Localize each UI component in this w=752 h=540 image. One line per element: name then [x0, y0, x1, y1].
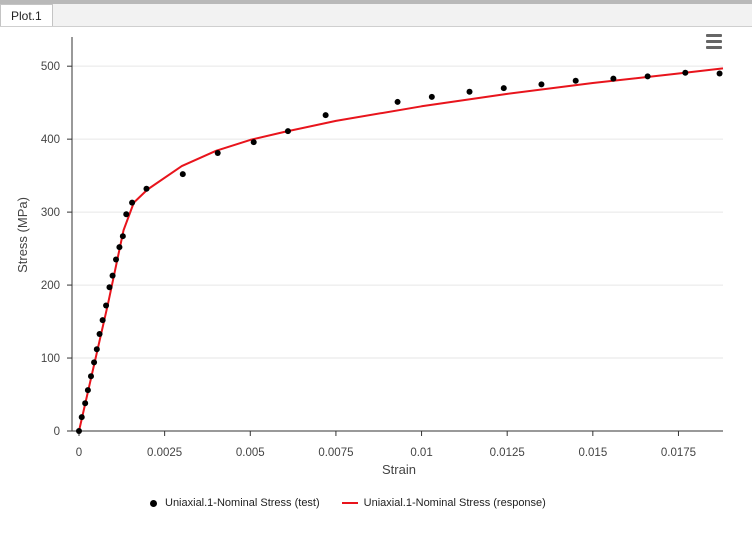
test-data-point: [78, 414, 85, 421]
test-data-point: [87, 373, 94, 380]
axes: 0 100 200 300 400 500 0 0.0025 0.005 0.0075 0.01 0.…: [41, 37, 723, 459]
test-data-point: [716, 70, 723, 77]
y-tick-label: 200: [41, 280, 60, 292]
x-tick-label: 0.005: [236, 447, 265, 459]
test-data-point: [91, 359, 98, 366]
test-data-point: [96, 330, 103, 337]
test-data-point: [394, 98, 401, 105]
test-data-point: [644, 73, 651, 80]
x-tick-label: 0.015: [578, 447, 607, 459]
test-data-point: [572, 77, 579, 84]
chart-menu-icon[interactable]: [704, 33, 726, 51]
test-data-point: [99, 317, 106, 324]
test-data-point: [82, 400, 89, 407]
legend-item-response[interactable]: Uniaxial.1-Nominal Stress (response): [341, 497, 546, 509]
chart-legend: Uniaxial.1-Nominal Stress (test) Uniaxia…: [150, 494, 568, 512]
test-data-point: [84, 387, 91, 394]
y-tick-label: 400: [41, 134, 60, 146]
y-tick-label: 0: [54, 426, 60, 438]
legend-label-test: Uniaxial.1-Nominal Stress (test): [165, 497, 320, 509]
test-data-point: [123, 211, 130, 218]
test-data-point: [103, 302, 110, 309]
y-tick-label: 500: [41, 61, 60, 73]
x-tick-label: 0.0175: [661, 447, 696, 459]
test-data-point: [119, 233, 126, 240]
x-axis-label: Strain: [382, 462, 416, 477]
y-tick-label: 300: [41, 207, 60, 219]
legend-dot-icon: [150, 499, 157, 507]
test-data-point: [93, 346, 100, 353]
test-data-point: [116, 244, 123, 251]
test-data-point: [284, 128, 291, 135]
test-data-point: [250, 139, 257, 146]
test-data-point: [610, 75, 617, 82]
test-data-point: [500, 85, 507, 92]
test-data-point: [76, 428, 82, 434]
test-data-point: [322, 112, 329, 119]
stress-strain-chart: 0 100 200 300 400 500 0 0.0025 0.005 0.0075 0.01 0.…: [15, 37, 724, 477]
test-data-point: [109, 272, 116, 279]
legend-line-icon: [341, 502, 358, 504]
x-tick-label: 0.0075: [318, 447, 353, 459]
test-data-point: [428, 93, 435, 100]
test-data-point: [112, 256, 119, 263]
x-tick-label: 0: [76, 447, 82, 459]
x-tick-label: 0.01: [410, 447, 432, 459]
test-data-point: [129, 199, 136, 206]
test-data-point: [682, 69, 689, 76]
x-tick-label: 0.0025: [147, 447, 182, 459]
test-data-point: [106, 284, 113, 291]
test-data-point: [179, 171, 186, 178]
test-data-point: [466, 88, 473, 95]
y-tick-label: 100: [41, 353, 60, 365]
y-axis-label: Stress (MPa): [15, 197, 30, 273]
test-data-point: [143, 185, 150, 192]
data-series: [76, 67, 724, 434]
x-tick-label: 0.0125: [490, 447, 525, 459]
legend-item-test[interactable]: Uniaxial.1-Nominal Stress (test): [150, 497, 320, 509]
legend-label-response: Uniaxial.1-Nominal Stress (response): [363, 497, 546, 509]
test-data-point: [214, 150, 221, 157]
test-data-point: [538, 81, 545, 88]
response-line: [78, 67, 724, 432]
